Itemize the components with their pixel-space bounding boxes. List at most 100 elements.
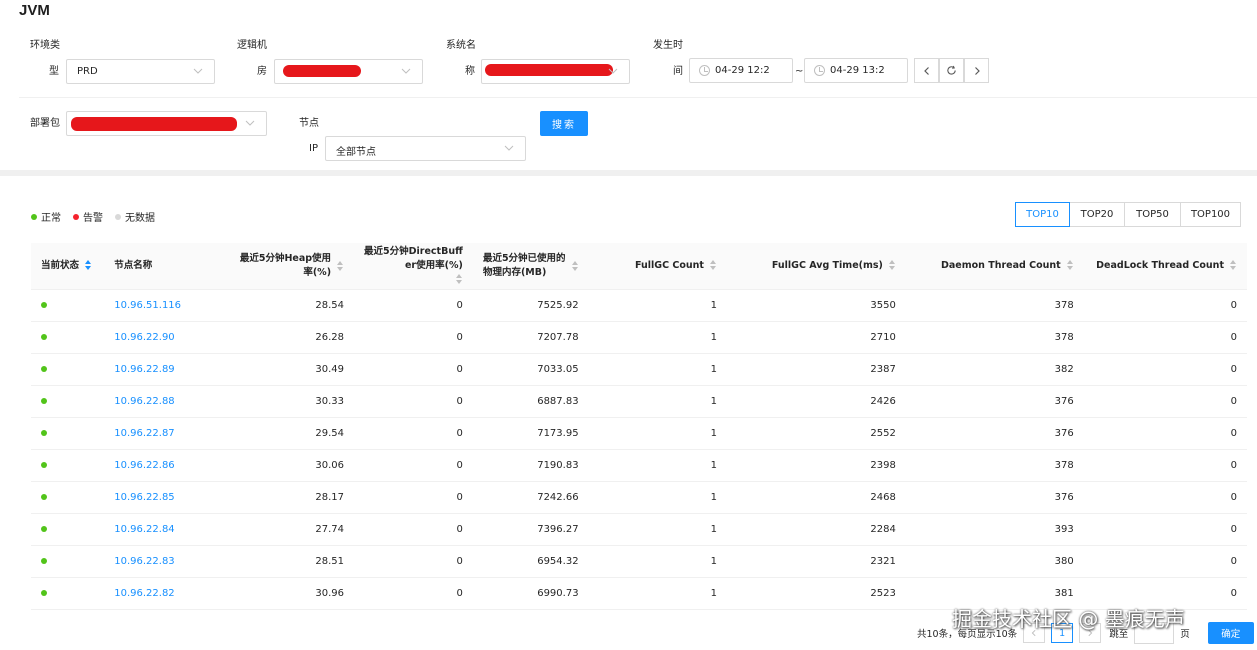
col-header-deadlock-thread[interactable]: DeadLock Thread Count bbox=[1083, 243, 1247, 290]
status-dot-icon bbox=[41, 365, 47, 372]
redaction-mark bbox=[71, 117, 237, 131]
deadlock-thread-cell: 0 bbox=[1083, 481, 1247, 514]
daemon-thread-cell: 378 bbox=[905, 289, 1084, 322]
col-header-fullgc-count[interactable]: FullGC Count bbox=[588, 243, 727, 290]
logic-room-select[interactable] bbox=[274, 59, 423, 84]
sort-icon[interactable] bbox=[888, 260, 896, 271]
col-header-daemon-thread[interactable]: Daemon Thread Count bbox=[905, 243, 1084, 290]
physical-memory-cell: 6887.83 bbox=[472, 385, 589, 418]
search-button[interactable]: 搜索 bbox=[540, 111, 588, 136]
node-name-link[interactable]: 10.96.22.87 bbox=[114, 428, 174, 439]
sort-icon[interactable] bbox=[571, 260, 579, 271]
col-header-heap[interactable]: 最近5分钟Heap使用 率(%) bbox=[191, 243, 355, 290]
top50-button[interactable]: TOP50 bbox=[1124, 202, 1181, 227]
node-ip-label: 节点 bbox=[299, 118, 319, 129]
node-name-link[interactable]: 10.96.22.82 bbox=[114, 588, 174, 599]
fullgc-avg-time-cell: 2523 bbox=[726, 577, 906, 610]
fullgc-avg-time-cell: 2321 bbox=[726, 545, 906, 578]
time-label: 发生时 bbox=[653, 40, 683, 51]
package-label: 部署包 bbox=[30, 118, 60, 129]
status-cell bbox=[31, 417, 105, 450]
header-label: FullGC Avg Time(ms) bbox=[771, 259, 883, 271]
node-name-cell: 10.96.22.85 bbox=[104, 481, 192, 514]
direct-buffer-cell: 0 bbox=[354, 545, 473, 578]
physical-memory-cell: 7525.92 bbox=[472, 289, 589, 322]
deadlock-thread-cell: 0 bbox=[1083, 289, 1247, 322]
package-select[interactable] bbox=[66, 111, 267, 136]
sort-icon[interactable] bbox=[709, 260, 717, 271]
node-name-link[interactable]: 10.96.22.86 bbox=[114, 460, 174, 471]
header-label: 当前状态 bbox=[41, 259, 80, 271]
deadlock-thread-cell: 0 bbox=[1083, 417, 1247, 450]
node-ip-select[interactable]: 全部节点 bbox=[325, 136, 526, 161]
node-name-cell: 10.96.22.82 bbox=[104, 577, 192, 610]
sort-icon[interactable] bbox=[1066, 260, 1074, 271]
env-select[interactable]: PRD bbox=[66, 59, 215, 84]
status-dot-icon bbox=[41, 333, 47, 340]
node-name-cell: 10.96.51.116 bbox=[104, 289, 192, 322]
direct-buffer-cell: 0 bbox=[354, 417, 473, 450]
daemon-thread-cell: 380 bbox=[905, 545, 1084, 578]
deadlock-thread-cell: 0 bbox=[1083, 353, 1247, 386]
sort-icon[interactable] bbox=[337, 260, 344, 271]
table-row: 10.96.22.89 30.49 0 7033.05 1 2387 382 0 bbox=[31, 353, 1247, 386]
header-label: DeadLock Thread Count bbox=[1096, 259, 1224, 271]
deadlock-thread-cell: 0 bbox=[1083, 513, 1247, 546]
env-select-value: PRD bbox=[77, 66, 98, 77]
col-header-fullgc-avg-time[interactable]: FullGC Avg Time(ms) bbox=[726, 243, 906, 290]
sort-icon[interactable] bbox=[455, 274, 463, 285]
table-row: 10.96.22.90 26.28 0 7207.78 1 2710 378 0 bbox=[31, 321, 1247, 354]
prev-period-button[interactable] bbox=[914, 58, 939, 83]
next-period-button[interactable] bbox=[964, 58, 989, 83]
physical-memory-cell: 7033.05 bbox=[472, 353, 589, 386]
col-header-physical-memory[interactable]: 最近5分钟已使用的 物理内存(MB) bbox=[472, 243, 589, 290]
status-dot-icon bbox=[41, 301, 47, 308]
heap-usage-cell: 27.74 bbox=[191, 513, 355, 546]
node-name-link[interactable]: 10.96.22.84 bbox=[114, 524, 174, 535]
top20-button[interactable]: TOP20 bbox=[1069, 202, 1125, 227]
status-cell bbox=[31, 321, 105, 354]
system-select[interactable] bbox=[481, 59, 630, 84]
physical-memory-cell: 7396.27 bbox=[472, 513, 589, 546]
top-n-selector: TOP10 TOP20 TOP50 TOP100 bbox=[1015, 202, 1241, 227]
node-name-link[interactable]: 10.96.51.116 bbox=[114, 300, 181, 311]
table-row: 10.96.22.84 27.74 0 7396.27 1 2284 393 0 bbox=[31, 513, 1247, 546]
sort-icon[interactable] bbox=[85, 260, 92, 271]
daemon-thread-cell: 376 bbox=[905, 481, 1084, 514]
fullgc-count-cell: 1 bbox=[588, 385, 727, 418]
chevron-right-icon bbox=[974, 66, 980, 75]
status-cell bbox=[31, 545, 105, 578]
node-name-link[interactable]: 10.96.22.88 bbox=[114, 396, 174, 407]
node-name-link[interactable]: 10.96.22.85 bbox=[114, 492, 174, 503]
top100-button[interactable]: TOP100 bbox=[1180, 202, 1241, 227]
refresh-button[interactable] bbox=[939, 58, 964, 83]
fullgc-count-cell: 1 bbox=[588, 321, 727, 354]
daemon-thread-cell: 376 bbox=[905, 385, 1084, 418]
confirm-jump-button[interactable]: 确定 bbox=[1207, 622, 1254, 644]
physical-memory-cell: 7173.95 bbox=[472, 417, 589, 450]
node-name-link[interactable]: 10.96.22.83 bbox=[114, 556, 174, 567]
node-name-link[interactable]: 10.96.22.90 bbox=[114, 332, 174, 343]
daemon-thread-cell: 382 bbox=[905, 353, 1084, 386]
table-row: 10.96.22.88 30.33 0 6887.83 1 2426 376 0 bbox=[31, 385, 1247, 418]
col-header-direct-buffer[interactable]: 最近5分钟DirectBuff er使用率(%) bbox=[354, 243, 473, 290]
direct-buffer-cell: 0 bbox=[354, 449, 473, 482]
start-time-picker[interactable]: 04-29 12:2 bbox=[689, 58, 793, 83]
chevron-down-icon bbox=[193, 68, 203, 74]
heap-usage-cell: 30.33 bbox=[191, 385, 355, 418]
status-dot-icon bbox=[41, 557, 47, 564]
fullgc-count-cell: 1 bbox=[588, 353, 727, 386]
daemon-thread-cell: 378 bbox=[905, 321, 1084, 354]
node-name-link[interactable]: 10.96.22.89 bbox=[114, 364, 174, 375]
heap-usage-cell: 28.17 bbox=[191, 481, 355, 514]
heap-usage-cell: 28.54 bbox=[191, 289, 355, 322]
top10-button[interactable]: TOP10 bbox=[1015, 202, 1070, 227]
end-time-picker[interactable]: 04-29 13:2 bbox=[804, 58, 908, 83]
fullgc-count-cell: 1 bbox=[588, 289, 727, 322]
fullgc-avg-time-cell: 2426 bbox=[726, 385, 906, 418]
fullgc-avg-time-cell: 2468 bbox=[726, 481, 906, 514]
sort-icon[interactable] bbox=[1230, 260, 1237, 271]
status-cell bbox=[31, 513, 105, 546]
col-header-status[interactable]: 当前状态 bbox=[31, 243, 105, 290]
node-name-cell: 10.96.22.87 bbox=[104, 417, 192, 450]
